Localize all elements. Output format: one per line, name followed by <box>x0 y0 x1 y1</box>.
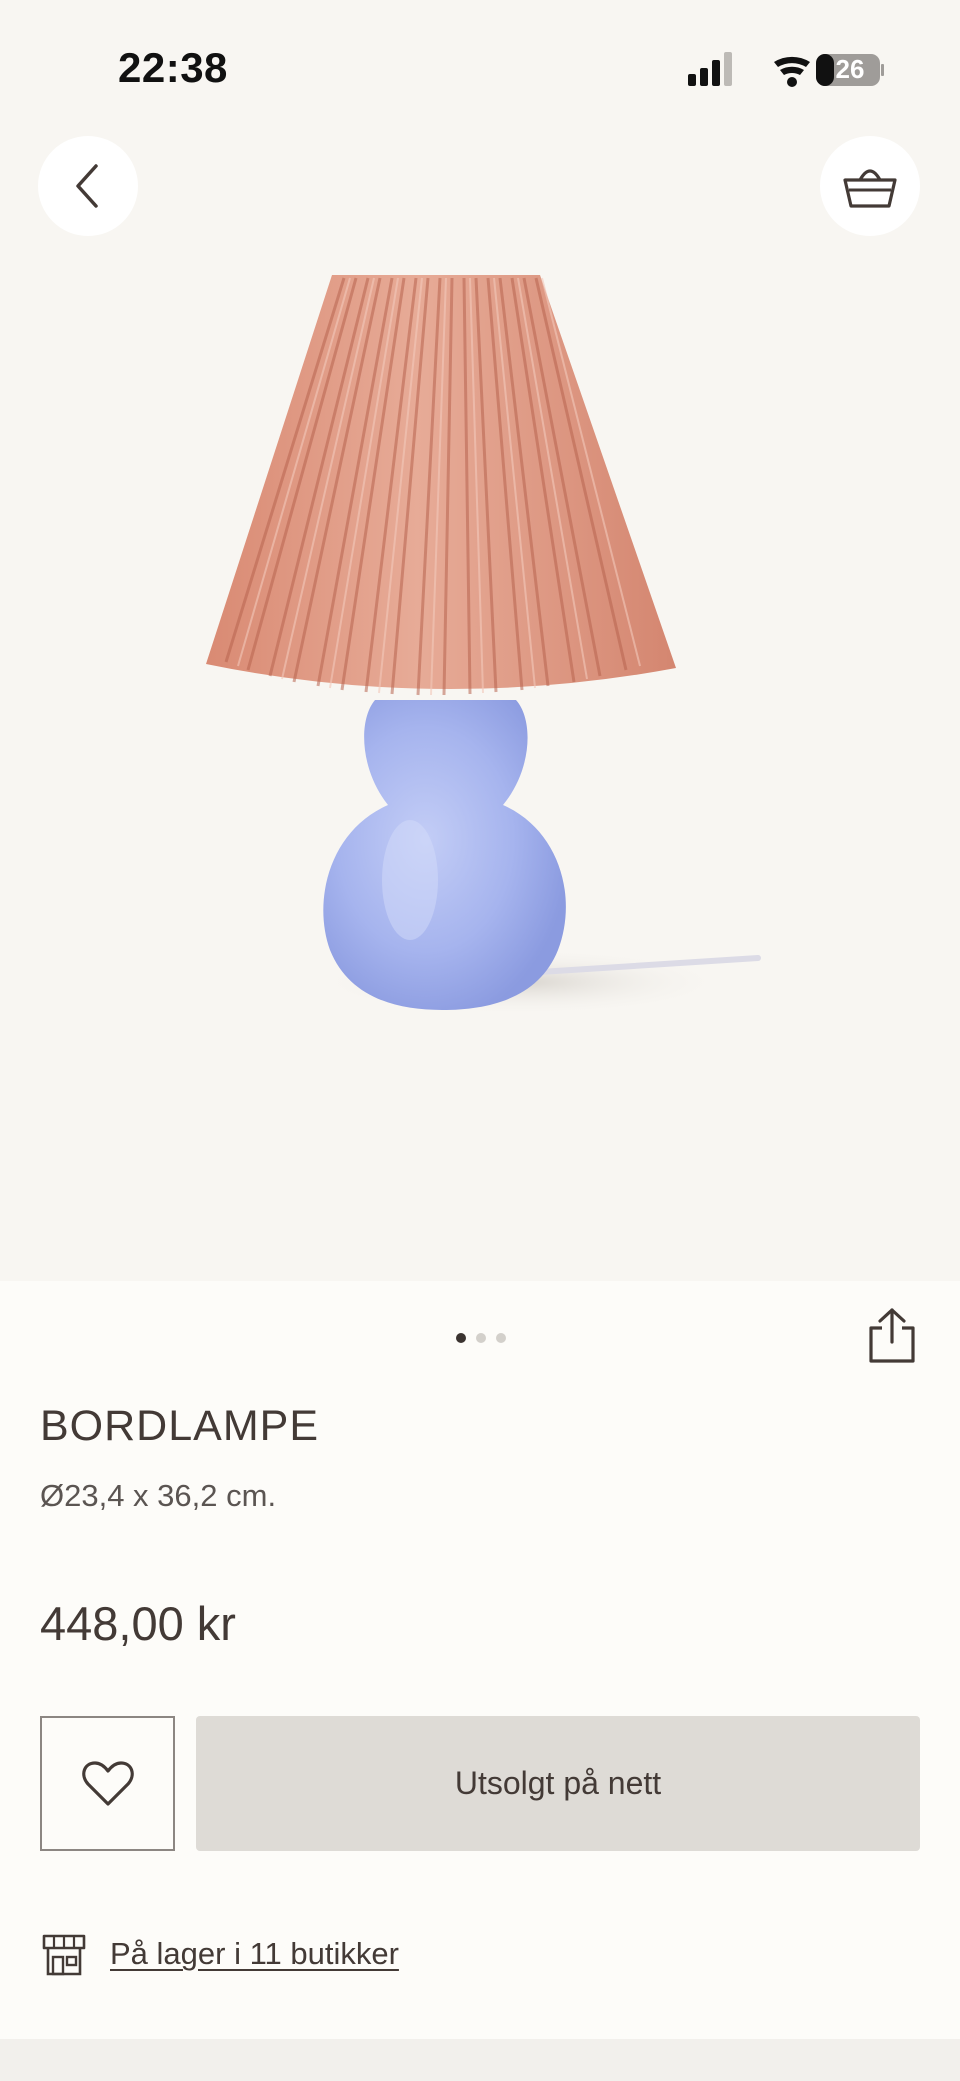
share-button[interactable] <box>866 1306 918 1364</box>
chevron-left-icon <box>76 164 98 208</box>
product-image-area[interactable] <box>0 0 960 1281</box>
pager-dot-2[interactable] <box>476 1333 486 1343</box>
basket-icon <box>843 169 897 208</box>
bottom-bar <box>0 2039 960 2081</box>
heart-icon <box>81 1760 134 1806</box>
product-image <box>206 275 761 1016</box>
wifi-icon <box>774 56 810 87</box>
basket-button[interactable] <box>820 136 920 236</box>
pager-dot-1[interactable] <box>456 1333 466 1343</box>
store-icon <box>42 1934 86 1976</box>
status-time: 22:38 <box>118 44 228 91</box>
signal-icon <box>688 52 732 86</box>
product-price: 448,00 kr <box>40 1597 236 1650</box>
battery-percentage: 26 <box>835 54 865 84</box>
store-availability[interactable]: På lager i 11 butikker <box>40 1930 399 1978</box>
share-icon <box>869 1308 915 1363</box>
store-availability-link[interactable]: På lager i 11 butikker <box>110 1936 399 1972</box>
pager-dot-3[interactable] <box>496 1333 506 1343</box>
product-title: BORDLAMPE <box>40 1402 320 1450</box>
favorite-button[interactable] <box>40 1716 175 1851</box>
back-button[interactable] <box>38 136 138 236</box>
product-dimensions: Ø23,4 x 36,2 cm. <box>40 1478 277 1513</box>
image-pager[interactable] <box>456 1333 506 1343</box>
soldout-button[interactable]: Utsolgt på nett <box>196 1716 920 1851</box>
